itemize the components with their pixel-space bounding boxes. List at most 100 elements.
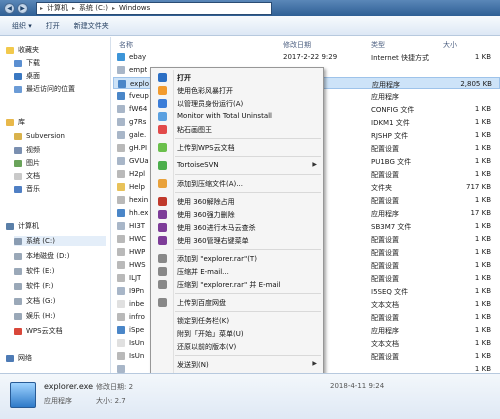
nav-label: 图片 <box>26 159 40 167</box>
details-type: 应用程序 <box>44 397 72 405</box>
file-icon <box>117 53 125 61</box>
nav-label: 最近访问的位置 <box>26 85 75 93</box>
nav-item-music[interactable]: 音乐 <box>14 184 40 194</box>
menu-item[interactable]: 粘石画图王 <box>153 123 323 135</box>
computer-icon <box>6 222 14 230</box>
nav-favorites[interactable]: 收藏夹 <box>6 45 39 55</box>
file-type: I5SEQ 文件 <box>371 288 409 296</box>
menu-item-label: 粘石画图王 <box>177 126 212 134</box>
breadcrumb[interactable]: ▸ 计算机 ▸ 系统 (C:) ▸ Windows <box>36 1 272 15</box>
submenu-arrow-icon: ▶ <box>312 360 317 367</box>
menu-item-label: 打开 <box>177 74 191 82</box>
submenu-arrow-icon: ▶ <box>312 161 317 168</box>
forward-icon[interactable]: ▶ <box>17 2 28 14</box>
file-type: 配置设置 <box>371 171 399 179</box>
wps-cloud-icon <box>14 327 22 335</box>
file-icon <box>117 313 125 321</box>
menu-item[interactable]: 上传到百度网盘 <box>153 296 323 308</box>
menu-item[interactable]: Monitor with Total Uninstall <box>153 110 323 122</box>
menu-item-icon <box>158 179 167 188</box>
navigation-pane: 收藏夹 下载 桌面 最近访问的位置 库 Subversion 视频 图片 文档 … <box>0 37 111 373</box>
nav-item-recent[interactable]: 最近访问的位置 <box>14 84 75 94</box>
new-folder-button[interactable]: 新建文件夹 <box>74 21 109 31</box>
file-icon <box>117 274 125 282</box>
column-header-name[interactable]: 名称 <box>119 40 133 50</box>
nav-item-drive-h[interactable]: 娱乐 (H:) <box>14 311 55 321</box>
menu-item[interactable]: 锁定到任务栏(K) <box>153 314 323 326</box>
nav-network[interactable]: 网络 <box>6 353 32 363</box>
nav-label: 库 <box>18 118 25 126</box>
nav-item-documents[interactable]: 文档 <box>14 171 40 181</box>
file-icon <box>117 105 125 113</box>
details-filename: explorer.exe <box>44 382 94 391</box>
file-name: HWC <box>129 235 147 243</box>
file-name: empt <box>129 66 148 74</box>
file-row[interactable]: ebay 2017-2-22 9:29 Internet 快捷方式 1 KB <box>113 51 500 63</box>
nav-item-drive-g[interactable]: 文档 (G:) <box>14 296 55 306</box>
drive-icon <box>14 297 22 305</box>
menu-item-label: 压缩到 "explorer.rar" 并 E-mail <box>177 281 281 289</box>
video-icon <box>14 146 22 154</box>
menu-item[interactable]: 添加到压缩文件(A)... <box>153 177 323 189</box>
menu-item[interactable]: 使用色彩风暴打开 <box>153 84 323 96</box>
menu-item[interactable]: 发送到(N) ▶ <box>153 358 323 370</box>
nav-item-wps-cloud[interactable]: WPS云文档 <box>14 326 63 336</box>
file-icon <box>117 365 125 373</box>
nav-item-drive-e[interactable]: 软件 (E:) <box>14 266 54 276</box>
column-header-type[interactable]: 类型 <box>371 40 385 50</box>
nav-item-drive-c[interactable]: 系统 (C:) <box>14 236 106 246</box>
menu-item[interactable]: 以管理员身份运行(A) <box>153 97 323 109</box>
file-type: 文本文档 <box>371 301 399 309</box>
menu-separator <box>175 355 321 356</box>
file-type: 文本文档 <box>371 340 399 348</box>
nav-label: 本地磁盘 (D:) <box>26 252 70 260</box>
menu-item[interactable]: 压缩并 E-mail... <box>153 265 323 277</box>
menu-item[interactable]: 使用 360强力删除 <box>153 208 323 220</box>
nav-item-drive-d[interactable]: 本地磁盘 (D:) <box>14 251 69 261</box>
nav-item-desktop[interactable]: 桌面 <box>14 71 40 81</box>
column-header-size[interactable]: 大小 <box>443 40 457 50</box>
menu-item[interactable]: 使用 360管理右键菜单 <box>153 234 323 246</box>
file-size: 1 KB <box>474 222 491 230</box>
address-bar: ◀ ▶ ▸ 计算机 ▸ 系统 (C:) ▸ Windows <box>0 0 500 16</box>
file-size: 1 KB <box>474 352 491 360</box>
nav-item-videos[interactable]: 视频 <box>14 145 40 155</box>
menu-item[interactable]: 附到「开始」菜单(U) <box>153 327 323 339</box>
file-size: 1 KB <box>474 144 491 152</box>
file-type: 配置设置 <box>371 275 399 283</box>
menu-item[interactable]: 添加到 "explorer.rar"(T) <box>153 252 323 264</box>
menu-item-label: 锁定到任务栏(K) <box>177 317 230 325</box>
column-header-modified[interactable]: 修改日期 <box>283 40 311 50</box>
menu-item-icon <box>158 223 167 232</box>
nav-item-pictures[interactable]: 图片 <box>14 158 40 168</box>
file-size: 717 KB <box>466 183 491 191</box>
folder-icon <box>14 132 22 140</box>
organize-button[interactable]: 组织 ▾ <box>12 21 32 31</box>
menu-item[interactable]: 打开 <box>153 71 323 83</box>
nav-libraries[interactable]: 库 <box>6 117 25 127</box>
breadcrumb-computer[interactable]: 计算机 <box>47 3 68 13</box>
file-type: IDKM1 文件 <box>371 119 410 127</box>
breadcrumb-drive-c[interactable]: 系统 (C:) <box>79 3 108 13</box>
menu-item[interactable]: 压缩到 "explorer.rar" 并 E-mail <box>153 278 323 290</box>
open-button[interactable]: 打开 <box>46 21 60 31</box>
file-size: 1 KB <box>474 131 491 139</box>
menu-item[interactable]: 使用 360进行木马云查杀 <box>153 221 323 233</box>
nav-label: 软件 (E:) <box>26 267 55 275</box>
music-icon <box>14 185 22 193</box>
nav-label: 娱乐 (H:) <box>26 312 56 320</box>
nav-item-drive-f[interactable]: 软件 (F:) <box>14 281 54 291</box>
drive-icon <box>14 252 22 260</box>
nav-item-downloads[interactable]: 下载 <box>14 58 40 68</box>
menu-item[interactable]: TortoiseSVN ▶ <box>153 159 323 171</box>
menu-separator <box>175 249 321 250</box>
drive-icon <box>14 312 22 320</box>
menu-item[interactable]: 使用 360解除占用 <box>153 195 323 207</box>
menu-item[interactable]: 还原以前的版本(V) <box>153 340 323 352</box>
menu-item[interactable]: 上传到WPS云文档 <box>153 141 323 153</box>
nav-computer[interactable]: 计算机 <box>6 221 39 231</box>
back-icon[interactable]: ◀ <box>4 2 15 14</box>
breadcrumb-windows[interactable]: Windows <box>119 4 150 12</box>
nav-item-subversion[interactable]: Subversion <box>14 132 65 140</box>
file-name: IsUn <box>129 352 145 360</box>
